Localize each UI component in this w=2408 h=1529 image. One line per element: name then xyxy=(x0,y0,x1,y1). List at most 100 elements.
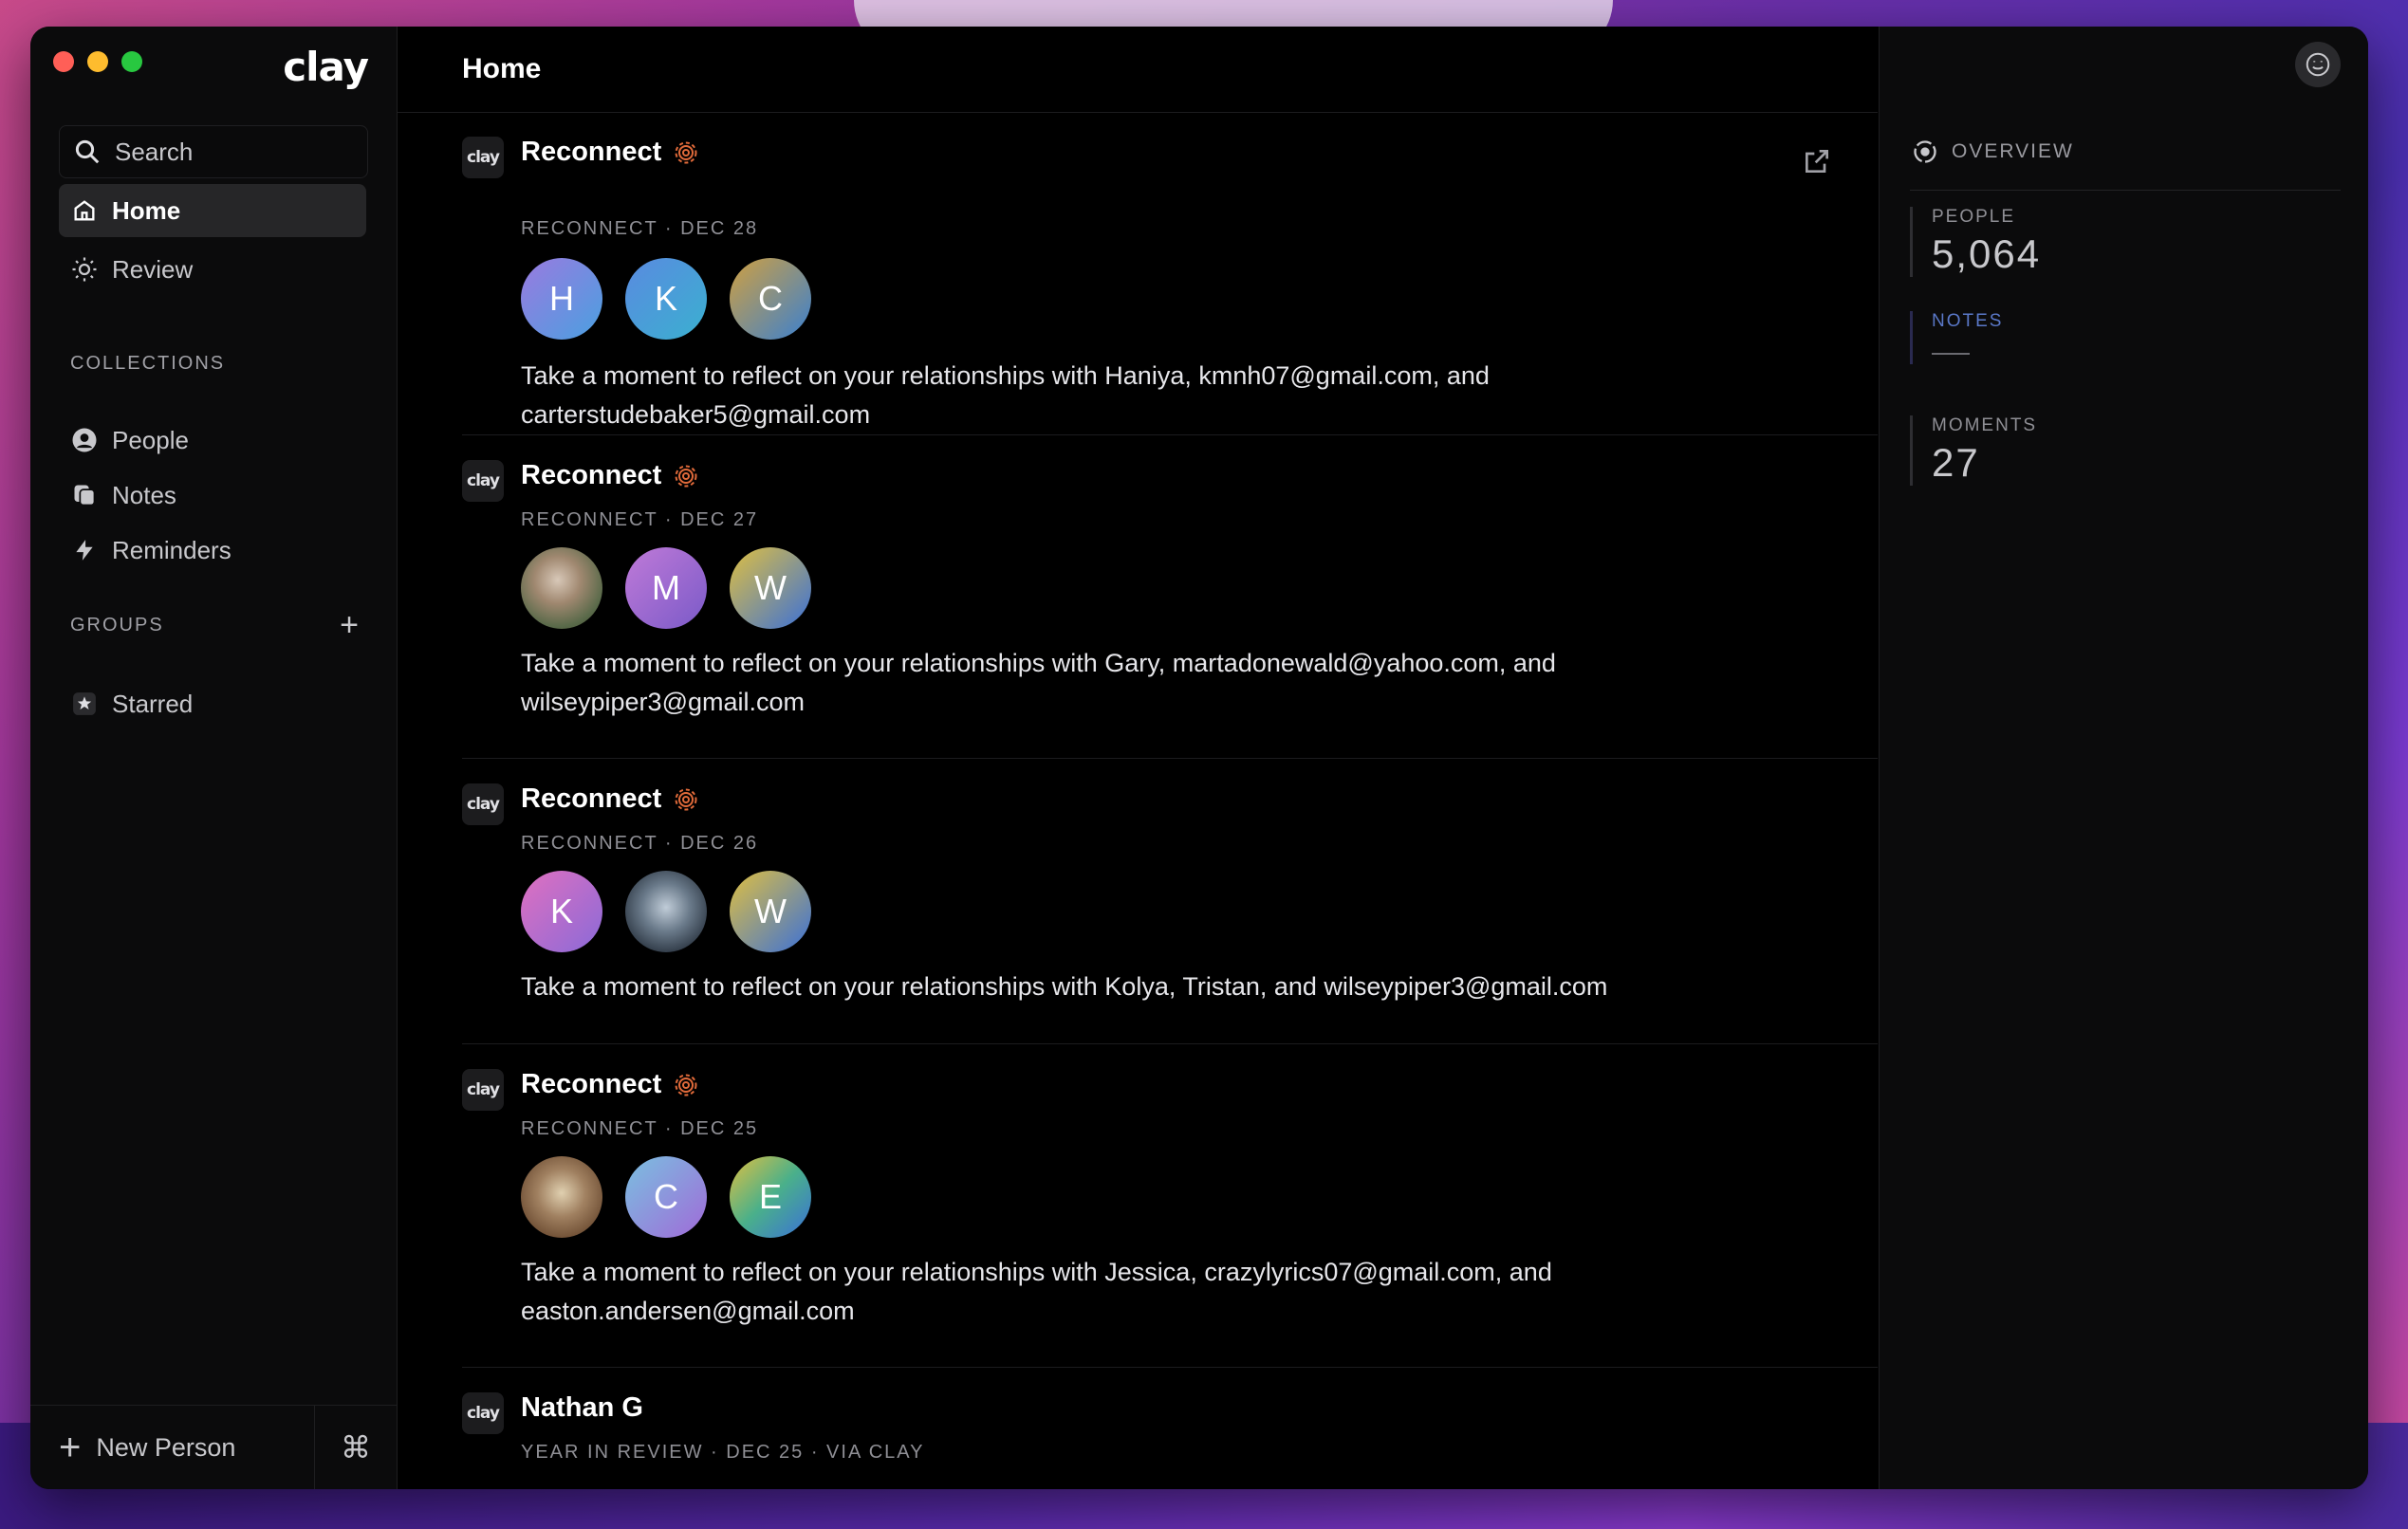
clay-card-logo: clay xyxy=(462,460,504,502)
avatar-photo[interactable] xyxy=(521,1156,602,1238)
reconnect-signal-icon xyxy=(675,465,697,487)
minimize-window-button[interactable] xyxy=(87,51,108,72)
sidebar-item-label: Reminders xyxy=(112,535,232,564)
sidebar-item-home[interactable]: Home xyxy=(59,184,366,237)
card-meta: YEAR IN REVIEW · DEC 25 · VIA CLAY xyxy=(521,1442,925,1463)
avatar[interactable]: C xyxy=(625,1156,707,1238)
card-title: Nathan G xyxy=(521,1392,643,1424)
stat-value: 27 xyxy=(1932,440,1980,485)
sidebar-item-label: People xyxy=(112,425,189,454)
smiley-icon xyxy=(2306,52,2330,77)
overview-heading: OVERVIEW xyxy=(1912,138,2074,165)
sidebar-item-label: Notes xyxy=(112,480,176,509)
avatar[interactable]: W xyxy=(730,547,811,629)
avatar[interactable]: E xyxy=(730,1156,811,1238)
card-title-text: Reconnect xyxy=(521,783,662,814)
sidebar-footer: + New Person ⌘ xyxy=(30,1405,397,1489)
sun-icon xyxy=(68,253,101,286)
card-meta: RECONNECT · DEC 26 xyxy=(521,833,759,854)
sidebar-item-notes[interactable]: Notes xyxy=(59,469,366,522)
stat-label: NOTES xyxy=(1932,311,2004,331)
sidebar-item-starred[interactable]: Starred xyxy=(59,677,366,730)
card-title-text: Nathan G xyxy=(521,1392,643,1423)
search-icon xyxy=(75,139,100,164)
profile-button[interactable] xyxy=(2295,42,2341,87)
avatar[interactable]: M xyxy=(625,547,707,629)
stat-label: MOMENTS xyxy=(1932,415,2038,435)
star-icon xyxy=(68,688,101,720)
moment-card[interactable]: clay Reconnect RECONNECT · DEC 27 M W Ta… xyxy=(462,435,1878,759)
avatar-group: M W xyxy=(521,547,811,629)
overview-icon xyxy=(1914,140,1936,163)
reconnect-signal-icon xyxy=(675,141,697,163)
stat-people[interactable]: PEOPLE 5,064 xyxy=(1910,207,2041,277)
overview-panel: OVERVIEW PEOPLE 5,064 NOTES MOMENTS 27 xyxy=(1879,27,2368,1489)
card-title: Reconnect xyxy=(521,137,697,168)
person-circle-icon xyxy=(68,424,101,456)
bolt-icon xyxy=(68,534,101,566)
card-title: Reconnect xyxy=(521,1069,697,1100)
stat-moments[interactable]: MOMENTS 27 xyxy=(1910,415,2037,486)
avatar[interactable]: W xyxy=(730,871,811,952)
overview-label: OVERVIEW xyxy=(1952,140,2074,162)
close-window-button[interactable] xyxy=(53,51,74,72)
card-title-text: Reconnect xyxy=(521,1069,662,1099)
notes-icon xyxy=(68,479,101,511)
divider xyxy=(1910,190,2341,191)
page-title: Home xyxy=(462,53,542,84)
home-icon xyxy=(68,194,101,227)
card-meta: RECONNECT · DEC 28 xyxy=(521,218,759,239)
sidebar: clay Search Home Review COLLECTIONS Peop… xyxy=(30,27,398,1489)
search-input[interactable]: Search xyxy=(59,125,368,178)
avatar-photo[interactable] xyxy=(625,871,707,952)
avatar[interactable]: K xyxy=(625,258,707,340)
app-logo: clay xyxy=(283,44,369,90)
avatar-group: H K C xyxy=(521,258,811,340)
add-group-button[interactable]: + xyxy=(340,609,359,641)
card-text: Take a moment to reflect on your relatio… xyxy=(521,972,1608,1001)
moment-card[interactable]: clay Reconnect RECONNECT · DEC 26 K W Ta… xyxy=(462,759,1878,1044)
feed: clay Reconnect RECONNECT · DEC 28 H K C … xyxy=(462,112,1878,1489)
moment-card[interactable]: clay Nathan G YEAR IN REVIEW · DEC 25 · … xyxy=(462,1368,1878,1489)
moment-card[interactable]: clay Reconnect RECONNECT · DEC 25 C E Ta… xyxy=(462,1044,1878,1368)
card-text: Take a moment to reflect on your relatio… xyxy=(521,1258,1552,1325)
card-meta: RECONNECT · DEC 27 xyxy=(521,509,759,530)
collections-heading: COLLECTIONS xyxy=(70,353,226,374)
reconnect-signal-icon xyxy=(675,788,697,810)
card-text: Take a moment to reflect on your relatio… xyxy=(521,361,1490,429)
avatar[interactable]: H xyxy=(521,258,602,340)
sidebar-item-people[interactable]: People xyxy=(59,414,366,467)
main-header: Home xyxy=(398,27,1878,113)
clay-card-logo: clay xyxy=(462,137,504,178)
card-title: Reconnect xyxy=(521,783,697,815)
card-title-text: Reconnect xyxy=(521,460,662,490)
zoom-window-button[interactable] xyxy=(121,51,142,72)
main-content: Home clay Reconnect RECONNECT · DEC 28 H… xyxy=(398,27,1878,1489)
sidebar-item-reminders[interactable]: Reminders xyxy=(59,524,366,577)
stat-notes[interactable]: NOTES xyxy=(1910,311,2003,364)
avatar-group: K W xyxy=(521,871,811,952)
plus-icon: + xyxy=(59,1426,82,1468)
sidebar-item-label: Starred xyxy=(112,689,194,718)
sidebar-item-label: Review xyxy=(112,254,194,284)
stat-value: 5,064 xyxy=(1932,231,2042,276)
window-controls xyxy=(53,51,142,72)
command-menu-button[interactable]: ⌘ xyxy=(314,1406,397,1489)
sidebar-item-review[interactable]: Review xyxy=(59,243,366,296)
card-text: Take a moment to reflect on your relatio… xyxy=(521,649,1556,716)
new-person-label: New Person xyxy=(96,1432,236,1462)
moment-card[interactable]: clay Reconnect RECONNECT · DEC 28 H K C … xyxy=(462,112,1878,435)
clay-card-logo: clay xyxy=(462,783,504,825)
card-title: Reconnect xyxy=(521,460,697,491)
clay-card-logo: clay xyxy=(462,1392,504,1434)
avatar[interactable]: K xyxy=(521,871,602,952)
avatar-photo[interactable] xyxy=(521,547,602,629)
app-window: clay Search Home Review COLLECTIONS Peop… xyxy=(30,27,2368,1489)
avatar[interactable]: C xyxy=(730,258,811,340)
clay-card-logo: clay xyxy=(462,1069,504,1111)
reconnect-signal-icon xyxy=(675,1074,697,1096)
open-external-icon[interactable] xyxy=(1802,146,1832,181)
avatar-group: C E xyxy=(521,1156,811,1238)
sidebar-item-label: Home xyxy=(112,195,181,225)
new-person-button[interactable]: + New Person xyxy=(59,1406,235,1489)
